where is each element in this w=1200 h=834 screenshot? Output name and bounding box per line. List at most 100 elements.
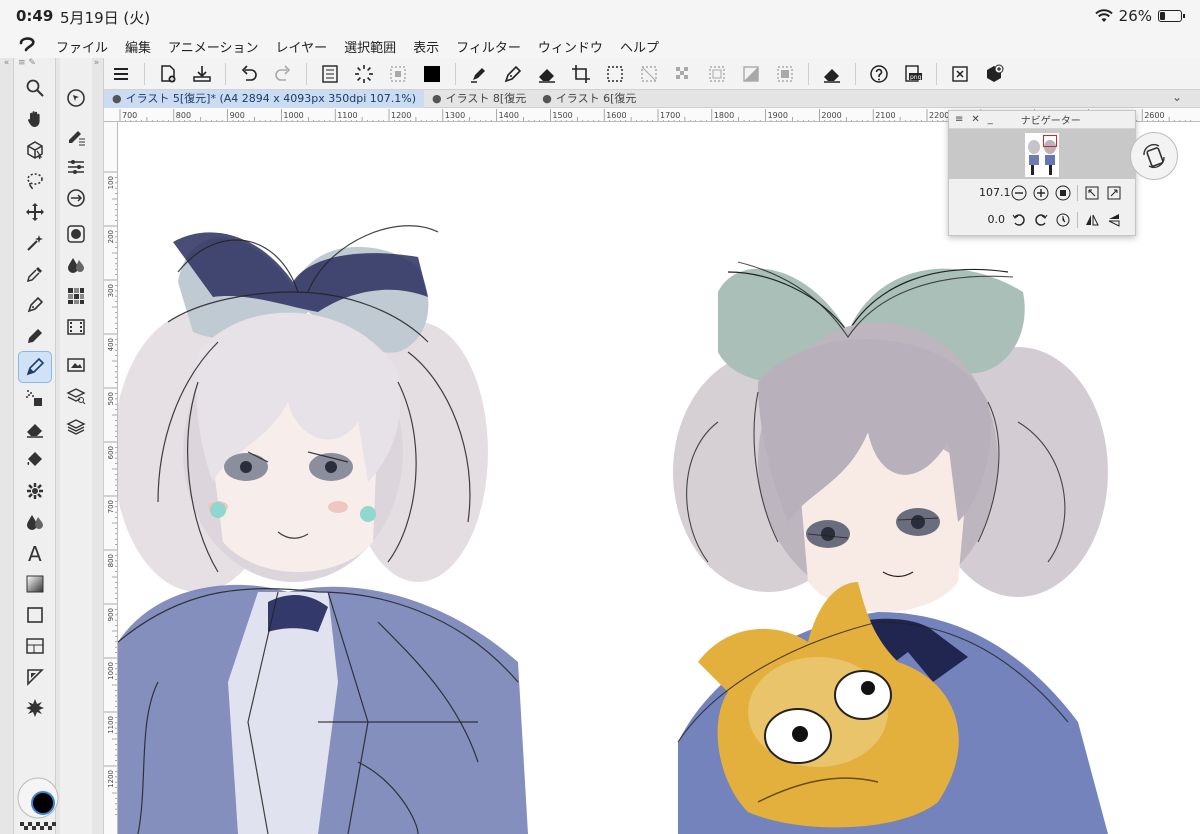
navigator-preview[interactable] [949, 129, 1135, 179]
close-canvas-icon[interactable] [943, 60, 977, 88]
menu-filter[interactable]: フィルター [456, 37, 521, 56]
expand-selection-icon[interactable] [700, 60, 734, 88]
color-wheel-icon[interactable] [62, 219, 90, 249]
pen-icon[interactable] [496, 60, 530, 88]
save-icon[interactable] [185, 60, 219, 88]
minimize-icon[interactable]: _ [988, 114, 993, 125]
crop-icon[interactable] [564, 60, 598, 88]
airbrush-tool-icon[interactable] [19, 383, 51, 413]
brush-tool-icon[interactable] [17, 351, 52, 383]
ruler-h-label: 1500 [552, 111, 572, 120]
clear-layer-icon[interactable] [815, 60, 849, 88]
reset-rotation-icon[interactable] [1055, 212, 1071, 228]
eraser-tool-icon[interactable] [19, 414, 51, 444]
tab-list-chevron-down-icon[interactable]: ⌄ [1172, 90, 1182, 104]
fit-screen-icon[interactable] [1084, 185, 1100, 201]
tab-illust-5[interactable]: ● イラスト 5[復元]* (A4 2894 x 4093px 350dpi 10… [104, 89, 425, 108]
zoom-out-icon[interactable] [1011, 185, 1027, 201]
rotate-right-icon[interactable] [1033, 212, 1049, 228]
navigator-panel-icon[interactable] [62, 83, 90, 113]
canvas-gutter[interactable]: » [90, 58, 104, 834]
menu-file[interactable]: ファイル [56, 37, 108, 56]
intermediate-color-icon[interactable] [62, 250, 90, 280]
hamburger-menu-icon[interactable] [104, 60, 138, 88]
text-tool-icon[interactable]: A [19, 538, 51, 568]
zoom-in-icon[interactable] [1033, 185, 1049, 201]
ruler-tool-icon[interactable] [19, 662, 51, 692]
panel-menu-icon[interactable]: ≡ [955, 114, 963, 125]
figure-tool-icon[interactable] [19, 600, 51, 630]
menu-edit[interactable]: 編集 [125, 37, 151, 56]
pencil-tool-icon[interactable] [19, 321, 51, 351]
fit-navigator-icon[interactable] [1106, 185, 1122, 201]
help-icon[interactable] [862, 60, 896, 88]
color-history-icon[interactable] [62, 281, 90, 311]
ruler-v-label: 600 [107, 446, 115, 459]
ruler-v-label: 1000 [107, 662, 115, 680]
flip-vertical-icon[interactable] [1106, 212, 1122, 228]
main-color-button[interactable] [415, 60, 449, 88]
redo-icon[interactable] [266, 60, 300, 88]
app-logo-icon[interactable] [0, 35, 56, 58]
viewport-frame[interactable] [1043, 135, 1057, 147]
decoration-tool-icon[interactable] [19, 476, 51, 506]
rotate-left-icon[interactable] [1011, 212, 1027, 228]
gradient-tool-icon[interactable] [19, 569, 51, 599]
ruler-v-label: 500 [107, 392, 115, 405]
timeline-icon[interactable] [62, 312, 90, 342]
loading-icon[interactable] [347, 60, 381, 88]
add-material-icon[interactable] [977, 60, 1011, 88]
menu-selection[interactable]: 選択範囲 [344, 37, 396, 56]
export-png-icon[interactable]: png [896, 60, 930, 88]
menu-view[interactable]: 表示 [413, 37, 439, 56]
move-tool-icon[interactable] [19, 197, 51, 227]
status-date: 5月19日 (火) [60, 9, 151, 27]
pen-tool-icon[interactable] [19, 290, 51, 320]
tool-property-icon[interactable] [62, 121, 90, 151]
rotation-value[interactable]: 0.0 [979, 213, 1006, 226]
transform-icon[interactable] [313, 60, 347, 88]
layers-icon[interactable] [62, 412, 90, 442]
hand-tool-icon[interactable] [19, 104, 51, 134]
ruler-v-label: 200 [107, 230, 115, 243]
zoom-tool-icon[interactable] [19, 73, 51, 103]
status-right: 26% [1094, 7, 1185, 25]
marker-icon[interactable] [462, 60, 496, 88]
brush-size-icon[interactable] [62, 152, 90, 182]
tab-illust-6[interactable]: ● イラスト 6[復元 [534, 90, 644, 108]
eyedropper-icon[interactable] [19, 259, 51, 289]
selection-border-icon[interactable] [768, 60, 802, 88]
undo-icon[interactable] [232, 60, 266, 88]
flip-horizontal-icon[interactable] [1084, 212, 1100, 228]
fill-tool-icon[interactable] [19, 445, 51, 475]
balloon-tool-icon[interactable] [19, 693, 51, 723]
menu-help[interactable]: ヘルプ [620, 37, 659, 56]
new-canvas-icon[interactable] [151, 60, 185, 88]
color-indicator[interactable] [16, 776, 60, 830]
clear-selection-icon[interactable] [381, 60, 415, 88]
left-gutter[interactable]: « [0, 58, 14, 834]
tab-illust-8[interactable]: ● イラスト 8[復元 [424, 90, 534, 108]
battery-percent: 26% [1118, 7, 1152, 25]
menu-animation[interactable]: アニメーション [168, 37, 258, 56]
lasso-tool-icon[interactable] [19, 166, 51, 196]
actual-size-icon[interactable] [1055, 185, 1071, 201]
rotate-canvas-button[interactable] [1130, 132, 1178, 180]
layer-search-icon[interactable] [62, 381, 90, 411]
menu-layer[interactable]: レイヤー [276, 37, 328, 56]
layer-property-icon[interactable] [62, 350, 90, 380]
magic-wand-icon[interactable] [19, 228, 51, 258]
blend-tool-icon[interactable] [19, 507, 51, 537]
object-tool-icon[interactable] [19, 135, 51, 165]
ruler-h-label: 1000 [283, 111, 303, 120]
frame-border-icon[interactable] [19, 631, 51, 661]
shrink-selection-icon[interactable] [734, 60, 768, 88]
deselect-icon[interactable] [632, 60, 666, 88]
zoom-value[interactable]: 107.1 [979, 186, 1011, 199]
color-set-icon[interactable] [62, 183, 90, 213]
close-icon[interactable]: ✕ [971, 114, 979, 125]
invert-selection-icon[interactable] [666, 60, 700, 88]
eraser-icon[interactable] [530, 60, 564, 88]
select-all-icon[interactable] [598, 60, 632, 88]
menu-window[interactable]: ウィンドウ [538, 37, 603, 56]
